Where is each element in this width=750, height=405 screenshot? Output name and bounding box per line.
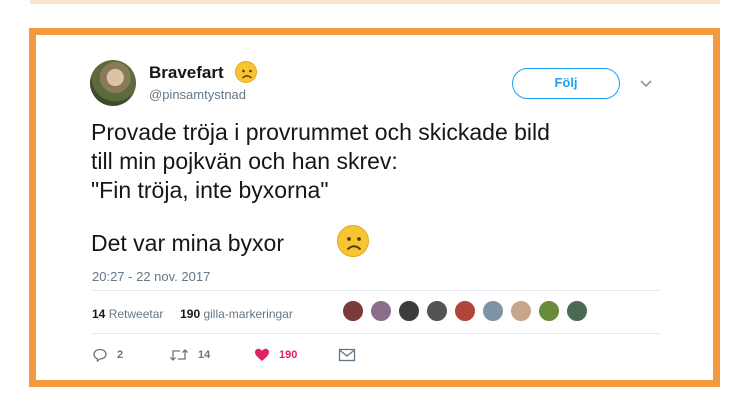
tweet-frame: Bravefart @pinsamtystnad Följ Provade tr… [29, 28, 720, 387]
avatar[interactable] [90, 60, 136, 106]
frowning-face-icon [337, 225, 369, 257]
divider [91, 290, 661, 291]
message-button[interactable] [338, 347, 356, 363]
retweet-count: 14 [198, 349, 211, 361]
tweet-text-second: Det var mina byxor [91, 230, 285, 256]
display-name[interactable]: Bravefart [149, 63, 224, 83]
tweet-text: Provade tröja i provrummet och skickade … [91, 119, 550, 203]
follow-button[interactable]: Följ [512, 68, 620, 99]
avatar[interactable] [398, 300, 420, 322]
user-handle[interactable]: @pinsamtystnad [149, 87, 246, 102]
likes-label[interactable]: gilla-markeringar [203, 307, 292, 321]
avatar[interactable] [482, 300, 504, 322]
reply-icon [92, 347, 108, 363]
avatar[interactable] [510, 300, 532, 322]
avatar[interactable] [538, 300, 560, 322]
retweets-label[interactable]: Retweetar [109, 307, 164, 321]
top-strip [30, 0, 720, 4]
retweet-button[interactable]: 14 [169, 347, 210, 363]
frowning-face-icon [235, 61, 257, 83]
avatar[interactable] [370, 300, 392, 322]
retweet-icon [169, 347, 189, 363]
heart-icon [254, 347, 270, 363]
tweet-actions: 2 14 190 [92, 347, 392, 367]
retweets-count[interactable]: 14 [92, 307, 105, 321]
engagement-stats: 14 Retweetar 190 gilla-markeringar [92, 307, 293, 321]
like-button[interactable]: 190 [254, 347, 297, 363]
avatar[interactable] [566, 300, 588, 322]
avatar[interactable] [342, 300, 364, 322]
reply-button[interactable]: 2 [92, 347, 123, 363]
avatar[interactable] [426, 300, 448, 322]
divider [91, 333, 661, 334]
timestamp[interactable]: 20:27 - 22 nov. 2017 [92, 269, 210, 284]
likes-count[interactable]: 190 [180, 307, 200, 321]
avatar[interactable] [454, 300, 476, 322]
like-count: 190 [279, 349, 298, 361]
reply-count: 2 [117, 349, 124, 361]
envelope-icon [338, 347, 356, 363]
chevron-down-icon[interactable] [638, 75, 654, 91]
